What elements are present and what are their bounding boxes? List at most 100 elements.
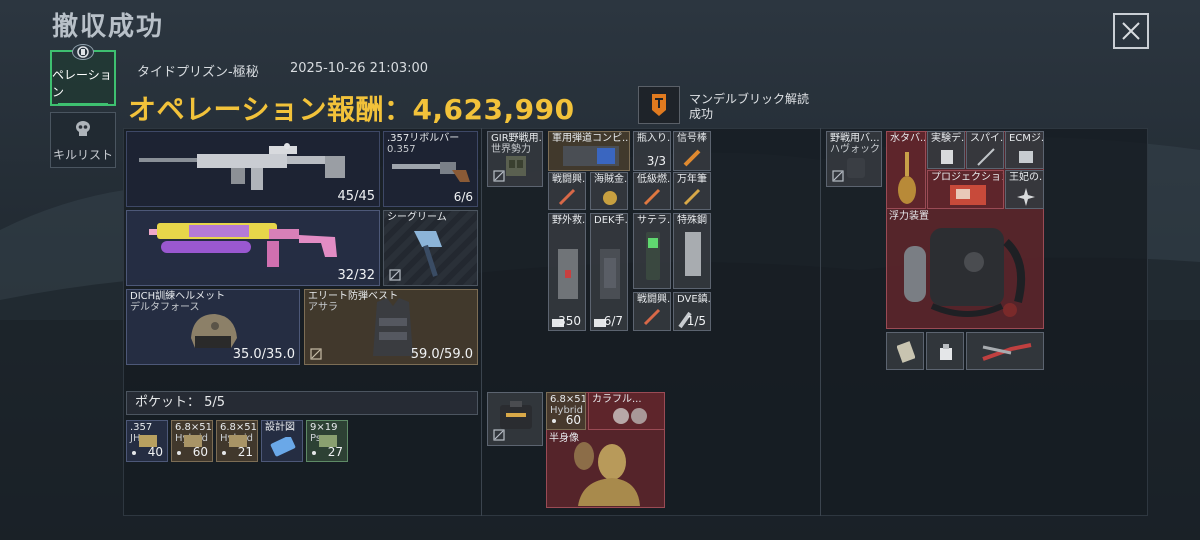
secondary-weapon-slot[interactable]: 32/32 bbox=[126, 210, 380, 286]
tab-operation[interactable]: ペレーション bbox=[50, 44, 116, 106]
tab-kill-list[interactable]: キルリスト bbox=[50, 112, 116, 168]
item-label: 低級燃... bbox=[637, 174, 671, 185]
canister-icon bbox=[940, 344, 952, 360]
item-label: スパイ... bbox=[970, 133, 1004, 144]
armor-brand: アサラ bbox=[308, 302, 338, 313]
rig-item[interactable]: DVE鎮... 1/5 bbox=[673, 292, 711, 331]
rig-item[interactable]: 戦闘興... bbox=[548, 172, 586, 210]
pocket-header: ポケット： 5/5 bbox=[126, 391, 478, 415]
gold-coin-icon bbox=[603, 191, 617, 205]
secure-case-slot[interactable] bbox=[487, 392, 543, 446]
divider bbox=[481, 128, 482, 516]
melee-slot[interactable]: シーグリーム bbox=[383, 210, 478, 286]
tab-kill-list-label: キルリスト bbox=[52, 148, 113, 162]
ammo-count: 45/45 bbox=[337, 189, 375, 204]
close-button[interactable] bbox=[1113, 13, 1149, 49]
secure-case-icon bbox=[500, 401, 532, 429]
backpack-brand: ハヴォック bbox=[830, 144, 880, 155]
first-aid-kit-icon bbox=[558, 249, 578, 299]
backpack-item[interactable]: 水タバ... bbox=[886, 131, 926, 209]
rig-item[interactable]: DEK手... 6/7 bbox=[590, 213, 628, 331]
primary-weapon-slot[interactable]: 45/45 bbox=[126, 131, 380, 207]
item-count: 1/5 bbox=[686, 314, 706, 328]
pocket-item[interactable]: .357 JH 40 bbox=[126, 420, 168, 462]
lock-icon bbox=[493, 170, 505, 182]
backpack-item[interactable]: 浮力装置 bbox=[886, 210, 1044, 329]
blueprint-icon bbox=[270, 437, 296, 457]
syringe-icon bbox=[558, 188, 576, 206]
rig-item[interactable]: 野外救... 350 bbox=[548, 213, 586, 331]
rig-item[interactable]: 瓶入り... 3/3 bbox=[633, 131, 671, 171]
backpack-item[interactable]: ECMジ... bbox=[1005, 131, 1044, 169]
axe-icon bbox=[414, 231, 442, 277]
pocket-item[interactable]: 設計図 bbox=[261, 420, 303, 462]
spy-pen-icon bbox=[977, 148, 995, 166]
sidearm-slot[interactable]: .357リボルバー 0.357 6/6 bbox=[383, 131, 478, 207]
id-card-icon bbox=[897, 341, 915, 363]
case-item[interactable]: 6.8×51 Hybrid 60 bbox=[546, 392, 586, 430]
item-count: 27 bbox=[327, 445, 343, 459]
case-item[interactable]: 半身像 bbox=[546, 432, 665, 508]
backpack-extra-item[interactable] bbox=[966, 332, 1044, 370]
projector-icon bbox=[950, 185, 986, 205]
lock-icon bbox=[493, 429, 505, 441]
backpack-extra-item[interactable] bbox=[926, 332, 964, 370]
backpack-item[interactable]: プロジェクション... bbox=[927, 170, 1004, 209]
rig-item[interactable]: サテラ... bbox=[633, 213, 671, 289]
backpack-extra-item[interactable] bbox=[886, 332, 924, 370]
mandel-brick-icon bbox=[638, 86, 680, 124]
armor-slot[interactable]: エリート防弾ベスト アサラ 59.0/59.0 bbox=[304, 289, 478, 365]
helmet-slot[interactable]: DICH訓練ヘルメット デルタフォース 35.0/35.0 bbox=[126, 289, 300, 365]
fountain-pen-icon bbox=[683, 188, 701, 206]
operation-reward: オペレーション報酬：4,623,990 bbox=[128, 93, 575, 126]
backpack-item[interactable]: 王妃の... bbox=[1005, 170, 1044, 209]
status-dot bbox=[177, 451, 181, 455]
skull-icon bbox=[72, 118, 94, 140]
backpack-item[interactable]: 実験デ... bbox=[927, 131, 965, 169]
assault-rifle-icon bbox=[139, 143, 345, 190]
status-dot bbox=[312, 451, 316, 455]
map-name: タイドプリズン-極秘 bbox=[137, 65, 259, 80]
unlock-result: 成功 bbox=[689, 107, 714, 121]
armor-durability: 59.0/59.0 bbox=[410, 347, 473, 362]
rig-item[interactable]: 信号棒 bbox=[673, 131, 711, 171]
rig-item[interactable]: 低級燃... bbox=[633, 172, 671, 210]
item-count: 60 bbox=[192, 445, 208, 459]
item-label: ECMジ... bbox=[1009, 133, 1044, 144]
item-count: 350 bbox=[558, 314, 581, 328]
melee-name: シーグリーム bbox=[387, 212, 447, 223]
test-tube-icon bbox=[941, 150, 953, 164]
rig-item[interactable]: 軍用弾道コンピ... bbox=[548, 131, 630, 171]
ammo-count: 32/32 bbox=[337, 268, 375, 283]
case-item[interactable]: カラフル... bbox=[588, 392, 665, 430]
item-label: 実験デ... bbox=[931, 133, 965, 144]
item-label: DVE鎮... bbox=[677, 294, 711, 305]
rig-item[interactable]: 特殊鋼 bbox=[673, 213, 711, 289]
tab-operation-label: ペレーション bbox=[52, 68, 112, 99]
ornament-icon bbox=[613, 408, 647, 424]
chest-rig-slot[interactable]: GIR野戦用... 世界勢力 bbox=[487, 131, 543, 187]
buoyancy-device-icon bbox=[904, 228, 1026, 317]
backpack-slot[interactable]: 野戦用バ... ハヴォック bbox=[826, 131, 882, 187]
ballistic-computer-icon bbox=[563, 146, 619, 166]
backpack-item[interactable]: スパイ... bbox=[966, 131, 1004, 169]
rig-item[interactable]: 海賊金... bbox=[590, 172, 628, 210]
item-label: 信号棒 bbox=[677, 133, 707, 144]
status-dot bbox=[222, 451, 226, 455]
item-count: 40 bbox=[147, 445, 163, 459]
satellite-phone-icon bbox=[646, 232, 660, 280]
ammo-count: 6/6 bbox=[453, 190, 473, 204]
backpack-icon bbox=[847, 158, 865, 178]
item-count: 6/7 bbox=[603, 314, 623, 328]
pocket-item[interactable]: 6.8×51 Hybrid 21 bbox=[216, 420, 258, 462]
pocket-item[interactable]: 6.8×51 Hybrid 60 bbox=[171, 420, 213, 462]
chest-rig-icon bbox=[506, 156, 526, 176]
item-label: 万年筆 bbox=[677, 174, 707, 185]
helmet-durability: 35.0/35.0 bbox=[232, 347, 295, 362]
fuel-icon bbox=[643, 188, 661, 206]
rig-item[interactable]: 戦闘興... bbox=[633, 292, 671, 331]
rig-item[interactable]: 万年筆 bbox=[673, 172, 711, 210]
item-label: 設計図 bbox=[265, 422, 295, 433]
pocket-item[interactable]: 9×19 Pso 27 bbox=[306, 420, 348, 462]
medical-bag-icon bbox=[600, 249, 620, 299]
